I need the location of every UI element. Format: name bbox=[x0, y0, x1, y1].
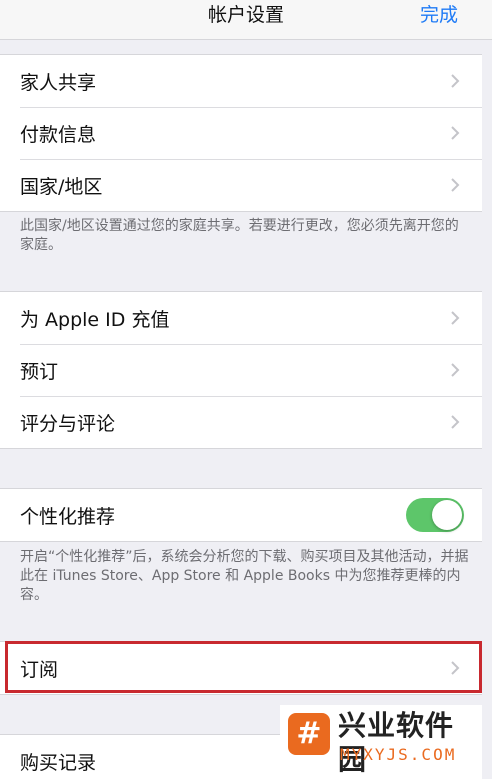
account-group-2: 为 Apple ID 充值 预订 评分与评论 bbox=[0, 291, 482, 449]
toggle-knob bbox=[432, 500, 462, 530]
chevron-right-icon bbox=[451, 126, 460, 140]
chevron-right-icon bbox=[451, 178, 460, 192]
chevron-right-icon bbox=[451, 661, 460, 675]
row-label: 个性化推荐 bbox=[20, 505, 116, 528]
chevron-right-icon bbox=[451, 363, 460, 377]
personalized-recommendations-row: 个性化推荐 bbox=[0, 489, 482, 541]
watermark-url-text: MYXYJS.COM bbox=[340, 745, 457, 764]
row-label: 预订 bbox=[20, 360, 59, 383]
site-watermark: # 兴业软件园 MYXYJS.COM bbox=[280, 705, 482, 776]
row-label: 家人共享 bbox=[20, 71, 97, 94]
payment-info-row[interactable]: 付款信息 bbox=[0, 107, 482, 159]
watermark-logo-icon: # bbox=[288, 713, 330, 755]
account-group-3: 个性化推荐 bbox=[0, 488, 482, 542]
row-label: 国家/地区 bbox=[20, 175, 103, 198]
account-group-4: 订阅 bbox=[0, 641, 482, 695]
row-label: 为 Apple ID 充值 bbox=[20, 308, 170, 331]
row-label: 订阅 bbox=[20, 658, 59, 681]
subscriptions-row[interactable]: 订阅 bbox=[0, 642, 482, 694]
account-group-1: 家人共享 付款信息 国家/地区 bbox=[0, 54, 482, 212]
row-label: 购买记录 bbox=[20, 751, 97, 774]
done-button[interactable]: 完成 bbox=[420, 2, 458, 28]
country-region-row[interactable]: 国家/地区 bbox=[0, 159, 482, 211]
row-label: 评分与评论 bbox=[20, 412, 116, 435]
personalized-recommendations-toggle[interactable] bbox=[406, 498, 464, 532]
add-funds-row[interactable]: 为 Apple ID 充值 bbox=[0, 292, 482, 344]
page-title: 帐户设置 bbox=[207, 4, 284, 26]
family-sharing-row[interactable]: 家人共享 bbox=[0, 55, 482, 107]
ratings-reviews-row[interactable]: 评分与评论 bbox=[0, 396, 482, 448]
row-label: 付款信息 bbox=[20, 123, 97, 146]
chevron-right-icon bbox=[451, 74, 460, 88]
navigation-bar: 帐户设置 完成 bbox=[0, 0, 492, 40]
chevron-right-icon bbox=[451, 415, 460, 429]
country-region-note: 此国家/地区设置通过您的家庭共享。若要进行更改，您必须先离开您的家庭。 bbox=[20, 218, 459, 253]
chevron-right-icon bbox=[451, 311, 460, 325]
preorders-row[interactable]: 预订 bbox=[0, 344, 482, 396]
watermark-chinese-text: 兴业软件园 bbox=[338, 709, 455, 776]
personalized-recommendations-note: 开启“个性化推荐”后，系统会分析您的下载、购买项目及其他活动，并据此在 iTun… bbox=[20, 549, 469, 603]
